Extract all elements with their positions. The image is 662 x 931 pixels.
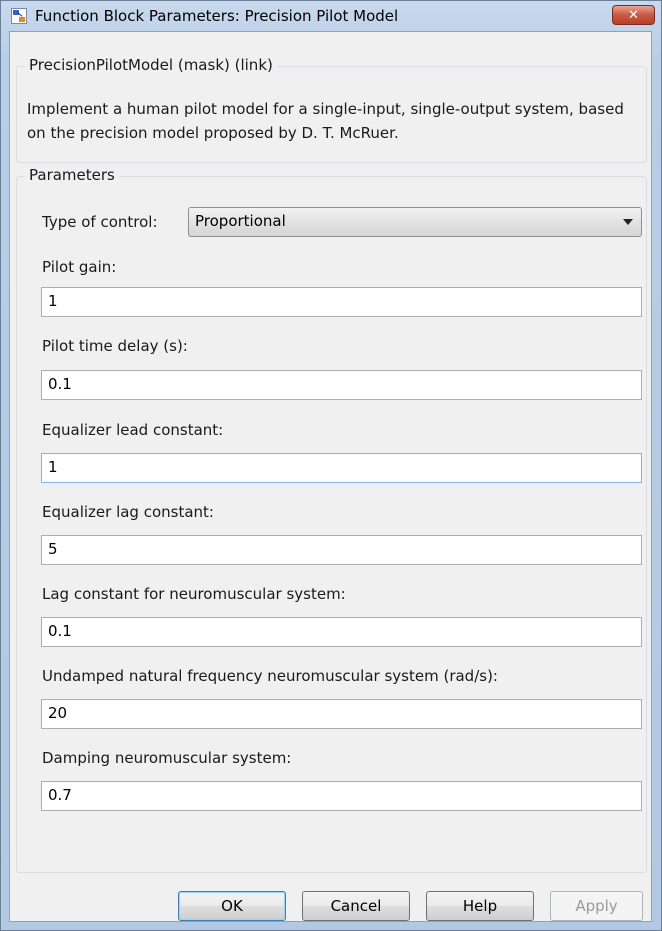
mask-description: Implement a human pilot model for a sing… (27, 100, 624, 142)
close-button[interactable]: ✕ (612, 5, 655, 25)
apply-button[interactable]: Apply (550, 891, 643, 921)
parameters-legend: Parameters (25, 166, 119, 184)
damping-field[interactable]: 0.7 (41, 781, 642, 811)
cancel-button[interactable]: Cancel (302, 891, 410, 921)
equalizer-lag-constant-label: Equalizer lag constant: (42, 503, 214, 521)
parameters-group: Parameters (16, 166, 647, 873)
type-of-control-select[interactable]: Proportional (188, 207, 642, 237)
pilot-gain-field[interactable]: 1 (41, 287, 642, 317)
mask-legend: PrecisionPilotModel (mask) (link) (25, 56, 277, 74)
close-icon: ✕ (628, 7, 639, 23)
equalizer-lead-constant-label: Equalizer lead constant: (42, 421, 224, 439)
pilot-gain-label: Pilot gain: (42, 258, 117, 276)
natural-frequency-label: Undamped natural frequency neuromuscular… (42, 667, 498, 685)
equalizer-lead-constant-field[interactable]: 1 (41, 453, 642, 483)
mask-group: PrecisionPilotModel (mask) (link) Implem… (16, 56, 647, 163)
neuromuscular-lag-constant-label: Lag constant for neuromuscular system: (42, 585, 346, 603)
chevron-down-icon (623, 219, 633, 225)
window-title: Function Block Parameters: Precision Pil… (35, 7, 399, 25)
neuromuscular-lag-constant-field[interactable]: 0.1 (41, 617, 642, 647)
simulink-block-icon (11, 8, 27, 24)
damping-label: Damping neuromuscular system: (42, 749, 292, 767)
type-of-control-value: Proportional (195, 212, 286, 230)
dialog-window: Function Block Parameters: Precision Pil… (0, 0, 662, 931)
equalizer-lag-constant-field[interactable]: 5 (41, 535, 642, 565)
type-of-control-label: Type of control: (42, 213, 158, 231)
ok-button[interactable]: OK (178, 891, 286, 921)
dialog-client-area: PrecisionPilotModel (mask) (link) Implem… (9, 31, 652, 922)
pilot-time-delay-label: Pilot time delay (s): (42, 337, 188, 355)
title-bar[interactable]: Function Block Parameters: Precision Pil… (1, 1, 661, 31)
help-button[interactable]: Help (426, 891, 534, 921)
pilot-time-delay-field[interactable]: 0.1 (41, 370, 642, 400)
natural-frequency-field[interactable]: 20 (41, 699, 642, 729)
